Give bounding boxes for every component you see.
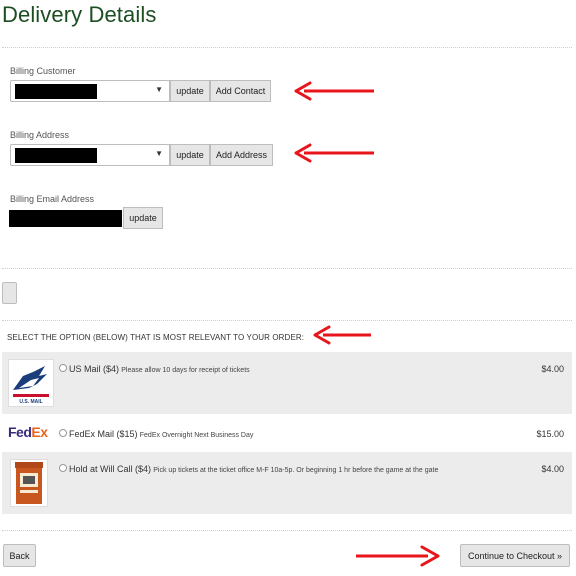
billing-customer-update-button[interactable]: update (170, 80, 210, 102)
billing-email-update-button[interactable]: update (123, 207, 163, 229)
add-contact-button[interactable]: Add Contact (210, 80, 271, 102)
page-title: Delivery Details (2, 2, 157, 27)
continue-to-checkout-button[interactable]: Continue to Checkout » (460, 544, 570, 567)
us-mail-radio[interactable] (59, 364, 67, 372)
toggle-button[interactable] (2, 282, 17, 304)
divider (2, 47, 572, 48)
redacted-value (15, 84, 97, 99)
fedex-radio[interactable] (59, 429, 67, 437)
chevron-down-icon: ▼ (155, 85, 163, 94)
billing-email-value (9, 210, 122, 227)
ticket-booth-icon (10, 459, 48, 507)
billing-address-label: Billing Address (10, 130, 70, 140)
chevron-down-icon: ▼ (155, 149, 163, 158)
option-name: Hold at Will Call ($4) (69, 464, 152, 474)
billing-email-label: Billing Email Address (10, 194, 95, 204)
option-name: FedEx Mail ($15) (69, 429, 138, 439)
us-mail-logo-icon: U.S. MAIL (8, 359, 54, 407)
option-price: $4.00 (541, 464, 564, 474)
option-description: Pick up tickets at the ticket office M-F… (153, 467, 439, 474)
red-arrow-icon (313, 325, 371, 345)
will-call-radio[interactable] (59, 464, 67, 472)
us-mail-logo-text: U.S. MAIL (19, 399, 42, 405)
shipping-instruction: SELECT THE OPTION (BELOW) THAT IS MOST R… (7, 333, 305, 342)
billing-customer-label: Billing Customer (10, 66, 76, 76)
billing-address-update-button[interactable]: update (170, 144, 210, 166)
shipping-option-will-call[interactable]: Hold at Will Call ($4) Pick up tickets a… (2, 452, 572, 514)
red-arrow-icon (294, 143, 374, 163)
back-button[interactable]: Back (3, 544, 36, 567)
divider (2, 320, 572, 321)
red-arrow-icon (294, 81, 374, 101)
fedex-logo-icon: FedEx (8, 424, 48, 440)
add-address-button[interactable]: Add Address (210, 144, 273, 166)
red-arrow-icon (356, 545, 440, 567)
shipping-option-fedex[interactable]: FedEx FedEx Mail ($15) FedEx Overnight N… (2, 414, 572, 452)
divider (2, 530, 572, 531)
billing-customer-select[interactable]: ▼ (10, 80, 170, 102)
divider (2, 268, 572, 269)
billing-address-select[interactable]: ▼ (10, 144, 170, 166)
shipping-option-us-mail[interactable]: U.S. MAIL US Mail ($4) Please allow 10 d… (2, 352, 572, 414)
option-price: $4.00 (541, 364, 564, 374)
option-description: Please allow 10 days for receipt of tick… (121, 367, 250, 374)
option-name: US Mail ($4) (69, 364, 120, 374)
redacted-value (15, 148, 97, 163)
option-description: FedEx Overnight Next Business Day (139, 432, 254, 439)
option-price: $15.00 (536, 429, 564, 439)
